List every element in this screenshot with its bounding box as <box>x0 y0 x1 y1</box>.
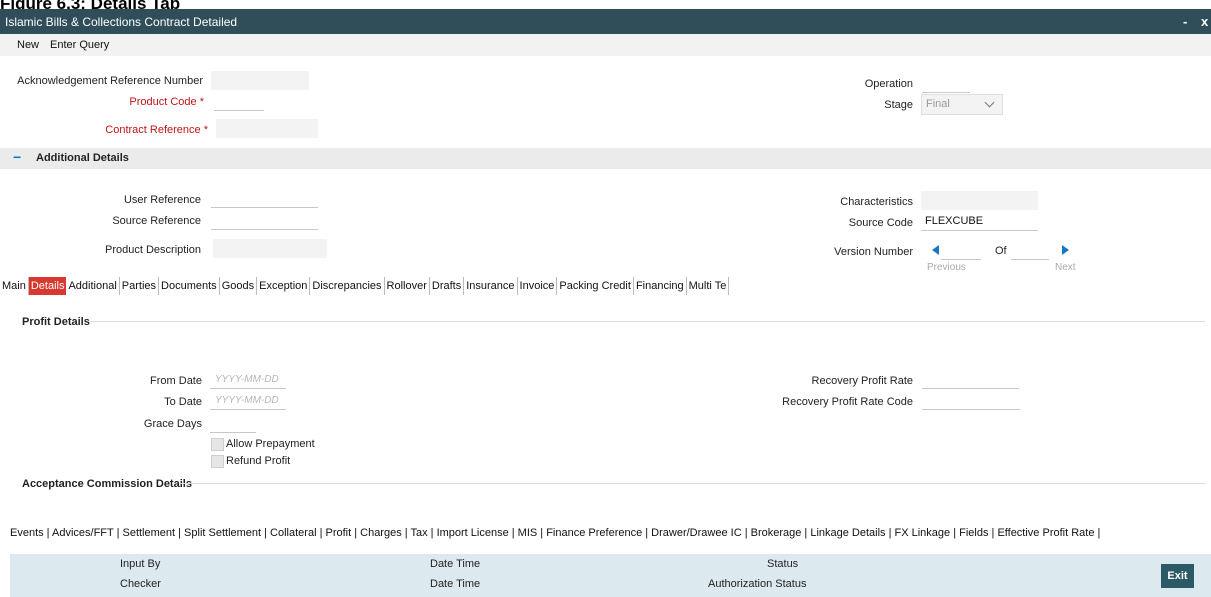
tab-rollover[interactable]: Rollover <box>385 277 430 295</box>
tab-details[interactable]: Details <box>28 277 67 295</box>
enter-query-menu-item[interactable]: Enter Query <box>50 39 109 51</box>
allow-prepayment-checkbox[interactable] <box>211 438 224 451</box>
input-by-label: Input By <box>120 558 161 570</box>
ack-ref-input[interactable] <box>211 71 309 90</box>
tab-insurance[interactable]: Insurance <box>464 277 518 295</box>
menu-bar: New Enter Query <box>0 34 1211 56</box>
stage-select-value: Final <box>926 98 950 110</box>
source-ref-label: Source Reference <box>112 215 201 227</box>
next-arrow-icon[interactable] <box>1062 245 1069 255</box>
user-ref-label: User Reference <box>123 194 201 206</box>
version-input[interactable] <box>941 241 981 260</box>
grace-days-input[interactable] <box>210 414 256 433</box>
contract-ref-input[interactable] <box>216 119 318 138</box>
divider <box>90 321 1205 322</box>
of-label: Of <box>995 245 1007 257</box>
tab-exception[interactable]: Exception <box>257 277 311 295</box>
recovery-rate-input[interactable] <box>922 370 1019 389</box>
window-titlebar: Islamic Bills & Collections Contract Det… <box>0 9 1211 34</box>
tab-documents[interactable]: Documents <box>159 277 220 295</box>
grace-days-label: Grace Days <box>143 418 202 430</box>
minimize-icon[interactable]: - <box>1183 14 1187 29</box>
next-link[interactable]: Next <box>1055 262 1076 273</box>
audit-footer: Input By Checker Date Time Date Time Sta… <box>10 554 1211 597</box>
product-desc-label: Product Description <box>105 244 201 256</box>
operation-input[interactable] <box>922 74 970 93</box>
additional-details-title: Additional Details <box>36 152 129 164</box>
chevron-down-icon <box>984 97 995 108</box>
characteristics-input[interactable] <box>921 191 1038 210</box>
recovery-rate-label: Recovery Profit Rate <box>811 375 913 387</box>
allow-prepayment-label: Allow Prepayment <box>226 438 315 450</box>
tab-strip: Main Details Additional Parties Documents Goo… <box>0 277 730 299</box>
operation-label: Operation <box>864 78 913 90</box>
contract-ref-label: Contract Reference * <box>105 124 208 136</box>
from-date-label: From Date <box>150 375 202 387</box>
tab-main[interactable]: Main <box>0 277 29 295</box>
refund-profit-checkbox[interactable] <box>211 455 224 468</box>
additional-details-header[interactable]: − Additional Details <box>0 148 1211 169</box>
user-ref-input[interactable] <box>211 189 318 208</box>
tab-discrepancies[interactable]: Discrepancies <box>310 277 385 295</box>
tab-goods[interactable]: Goods <box>220 277 258 295</box>
characteristics-label: Characteristics <box>840 196 913 208</box>
tab-multi-te[interactable]: Multi Te <box>687 277 730 295</box>
product-code-input[interactable] <box>214 92 264 111</box>
status-label: Status <box>767 558 799 570</box>
tab-packing-credit[interactable]: Packing Credit <box>557 277 634 295</box>
from-date-input[interactable]: YYYY-MM-DD <box>210 370 286 389</box>
authorization-status-label: Authorization Status <box>708 578 807 590</box>
checker-label: Checker <box>120 578 161 590</box>
to-date-label: To Date <box>164 396 202 408</box>
tab-additional[interactable]: Additional <box>66 277 120 295</box>
tab-financing[interactable]: Financing <box>634 277 687 295</box>
exit-button[interactable]: Exit <box>1161 564 1194 588</box>
recovery-rate-code-label: Recovery Profit Rate Code <box>782 396 913 408</box>
divider <box>180 483 1205 484</box>
source-ref-input[interactable] <box>211 211 318 230</box>
previous-link[interactable]: Previous <box>927 262 966 273</box>
date-time-label: Date Time <box>430 578 481 590</box>
new-menu-item[interactable]: New <box>17 39 39 51</box>
stage-select[interactable]: Final <box>921 94 1003 115</box>
profit-details-title: Profit Details <box>22 316 90 328</box>
source-code-input[interactable]: FLEXCUBE <box>921 212 1038 231</box>
source-code-label: Source Code <box>848 217 913 229</box>
refund-profit-label: Refund Profit <box>226 455 291 467</box>
source-code-value: FLEXCUBE <box>925 215 984 227</box>
collapse-icon[interactable]: − <box>13 149 21 165</box>
product-code-label: Product Code * <box>129 96 204 108</box>
version-total-input <box>1011 241 1049 260</box>
stage-label: Stage <box>884 99 913 111</box>
tab-drafts[interactable]: Drafts <box>430 277 465 295</box>
tab-invoice[interactable]: Invoice <box>518 277 558 295</box>
recovery-rate-code-input[interactable] <box>922 391 1020 410</box>
date-time-label: Date Time <box>430 558 481 570</box>
product-desc-input[interactable] <box>213 239 327 258</box>
close-icon[interactable]: x <box>1201 14 1208 29</box>
tab-parties[interactable]: Parties <box>120 277 160 295</box>
version-number-label: Version Number <box>834 246 913 258</box>
previous-arrow-icon[interactable] <box>932 245 939 255</box>
subsystem-links[interactable]: Events | Advices/FFT | Settlement | Spli… <box>10 527 1100 539</box>
acceptance-commission-title: Acceptance Commission Details <box>22 478 192 490</box>
ack-ref-label: Acknowledgement Reference Number <box>17 75 203 87</box>
window-title: Islamic Bills & Collections Contract Det… <box>5 15 238 29</box>
to-date-input[interactable]: YYYY-MM-DD <box>210 391 286 410</box>
